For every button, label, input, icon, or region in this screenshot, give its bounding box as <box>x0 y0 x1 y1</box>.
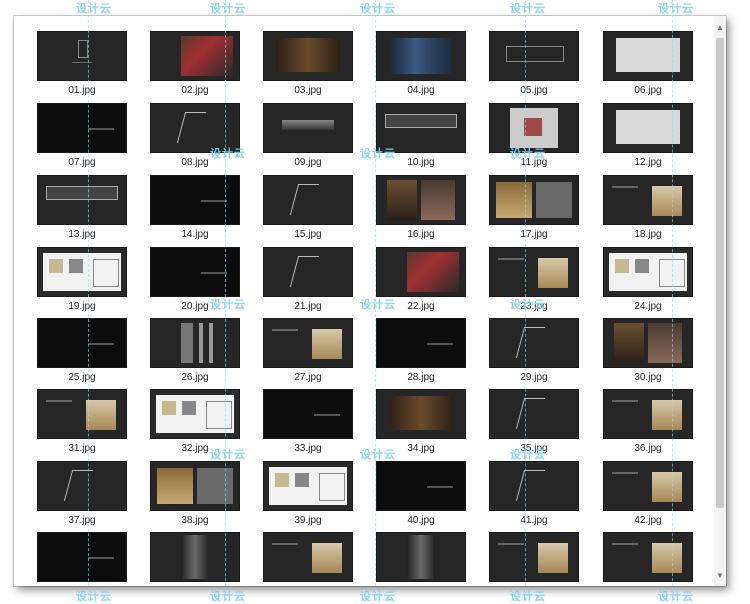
thumbnail-image[interactable] <box>38 533 126 581</box>
thumbnail-filename: 05.jpg <box>520 85 548 96</box>
thumbnail-image[interactable] <box>377 533 465 581</box>
window-frame: 01.jpg 02.jpg 03.jpg 04.jpg 05.jpg 06.jpg 07.j… <box>0 0 750 603</box>
thumbnail-image[interactable] <box>264 248 352 296</box>
watermark-text: 设计云 <box>76 3 112 15</box>
thumbnail-filename: 42.jpg <box>634 515 662 526</box>
scrollbar-thumb[interactable] <box>716 38 724 508</box>
thumbnail-image[interactable] <box>604 533 692 581</box>
thumbnail-image[interactable] <box>490 533 578 581</box>
watermark-text: 设计云 <box>360 3 396 15</box>
watermark-text: 设计云 <box>510 449 546 461</box>
thumbnail-filename: 07.jpg <box>68 157 96 168</box>
thumbnail-image[interactable] <box>490 462 578 510</box>
thumbnail-image[interactable] <box>604 248 692 296</box>
thumbnail-image[interactable] <box>377 319 465 367</box>
thumbnail-image[interactable] <box>490 319 578 367</box>
thumbnail-filename: 16.jpg <box>407 229 435 240</box>
thumbnail-image[interactable] <box>604 32 692 80</box>
thumbnail-filename: 13.jpg <box>68 229 96 240</box>
thumbnail-filename: 24.jpg <box>634 301 662 312</box>
thumbnail-image[interactable] <box>377 32 465 80</box>
thumbnail-filename: 37.jpg <box>68 515 96 526</box>
thumbnail-image[interactable] <box>490 390 578 438</box>
thumbnail-image[interactable] <box>38 104 126 152</box>
thumbnail-filename: 18.jpg <box>634 229 662 240</box>
thumbnail-filename: 17.jpg <box>520 229 548 240</box>
thumbnail-filename: 28.jpg <box>407 372 435 383</box>
thumbnail-filename: 40.jpg <box>407 515 435 526</box>
thumbnail-image[interactable] <box>604 319 692 367</box>
thumbnail-filename: 15.jpg <box>294 229 322 240</box>
watermark-text: 设计云 <box>360 148 396 160</box>
watermark-text: 设计云 <box>510 148 546 160</box>
vertical-scrollbar[interactable]: ▲ ▼ <box>714 16 726 586</box>
watermark-text: 设计云 <box>510 3 546 15</box>
thumbnail-image[interactable] <box>604 104 692 152</box>
watermark-text: 设计云 <box>210 3 246 15</box>
thumbnail-image[interactable] <box>264 104 352 152</box>
watermark-text: 设计云 <box>658 591 694 603</box>
thumbnail-filename: 09.jpg <box>294 157 322 168</box>
thumbnail-image[interactable] <box>264 462 352 510</box>
thumbnail-image[interactable] <box>377 176 465 224</box>
thumbnail-image[interactable] <box>264 32 352 80</box>
thumbnail-image[interactable] <box>490 176 578 224</box>
thumbnail-image[interactable] <box>264 176 352 224</box>
thumbnail-image[interactable] <box>38 462 126 510</box>
watermark-text: 设计云 <box>360 591 396 603</box>
thumbnail-image[interactable] <box>377 462 465 510</box>
watermark-guide <box>672 0 673 601</box>
thumbnail-image[interactable] <box>264 319 352 367</box>
thumbnail-filename: 36.jpg <box>634 443 662 454</box>
thumbnail-filename: 41.jpg <box>520 515 548 526</box>
thumbnail-image[interactable] <box>38 319 126 367</box>
watermark-text: 设计云 <box>510 299 546 311</box>
thumbnail-filename: 30.jpg <box>634 372 662 383</box>
thumbnail-image[interactable] <box>264 533 352 581</box>
thumbnail-filename: 06.jpg <box>634 85 662 96</box>
scroll-up-icon[interactable]: ▲ <box>716 24 724 32</box>
thumbnail-image[interactable] <box>490 248 578 296</box>
thumbnail-image[interactable] <box>38 32 126 80</box>
thumbnail-image[interactable] <box>264 390 352 438</box>
thumbnail-image[interactable] <box>38 390 126 438</box>
thumbnail-filename: 01.jpg <box>68 85 96 96</box>
thumbnail-filename: 19.jpg <box>68 301 96 312</box>
watermark-text: 设计云 <box>210 591 246 603</box>
thumbnail-image[interactable] <box>604 462 692 510</box>
thumbnail-filename: 25.jpg <box>68 372 96 383</box>
thumbnail-filename: 03.jpg <box>294 85 322 96</box>
watermark-guide <box>88 0 89 601</box>
thumbnail-image[interactable] <box>377 248 465 296</box>
watermark-text: 设计云 <box>210 148 246 160</box>
thumbnail-filename: 04.jpg <box>407 85 435 96</box>
watermark-text: 设计云 <box>210 299 246 311</box>
thumbnail-filename: 27.jpg <box>294 372 322 383</box>
thumbnail-filename: 33.jpg <box>294 443 322 454</box>
watermark-text: 设计云 <box>658 3 694 15</box>
watermark-text: 设计云 <box>360 299 396 311</box>
thumbnail-image[interactable] <box>604 176 692 224</box>
watermark-text: 设计云 <box>510 591 546 603</box>
thumbnail-filename: 31.jpg <box>68 443 96 454</box>
thumbnail-image[interactable] <box>38 248 126 296</box>
thumbnail-image[interactable] <box>604 390 692 438</box>
watermark-text: 设计云 <box>360 449 396 461</box>
thumbnail-image[interactable] <box>38 176 126 224</box>
thumbnail-filename: 39.jpg <box>294 515 322 526</box>
scroll-down-icon[interactable]: ▼ <box>716 572 724 580</box>
thumbnail-filename: 29.jpg <box>520 372 548 383</box>
thumbnail-image[interactable] <box>377 390 465 438</box>
watermark-text: 设计云 <box>210 449 246 461</box>
watermark-text: 设计云 <box>76 591 112 603</box>
thumbnail-filename: 21.jpg <box>294 301 322 312</box>
thumbnail-image[interactable] <box>490 32 578 80</box>
thumbnail-filename: 12.jpg <box>634 157 662 168</box>
